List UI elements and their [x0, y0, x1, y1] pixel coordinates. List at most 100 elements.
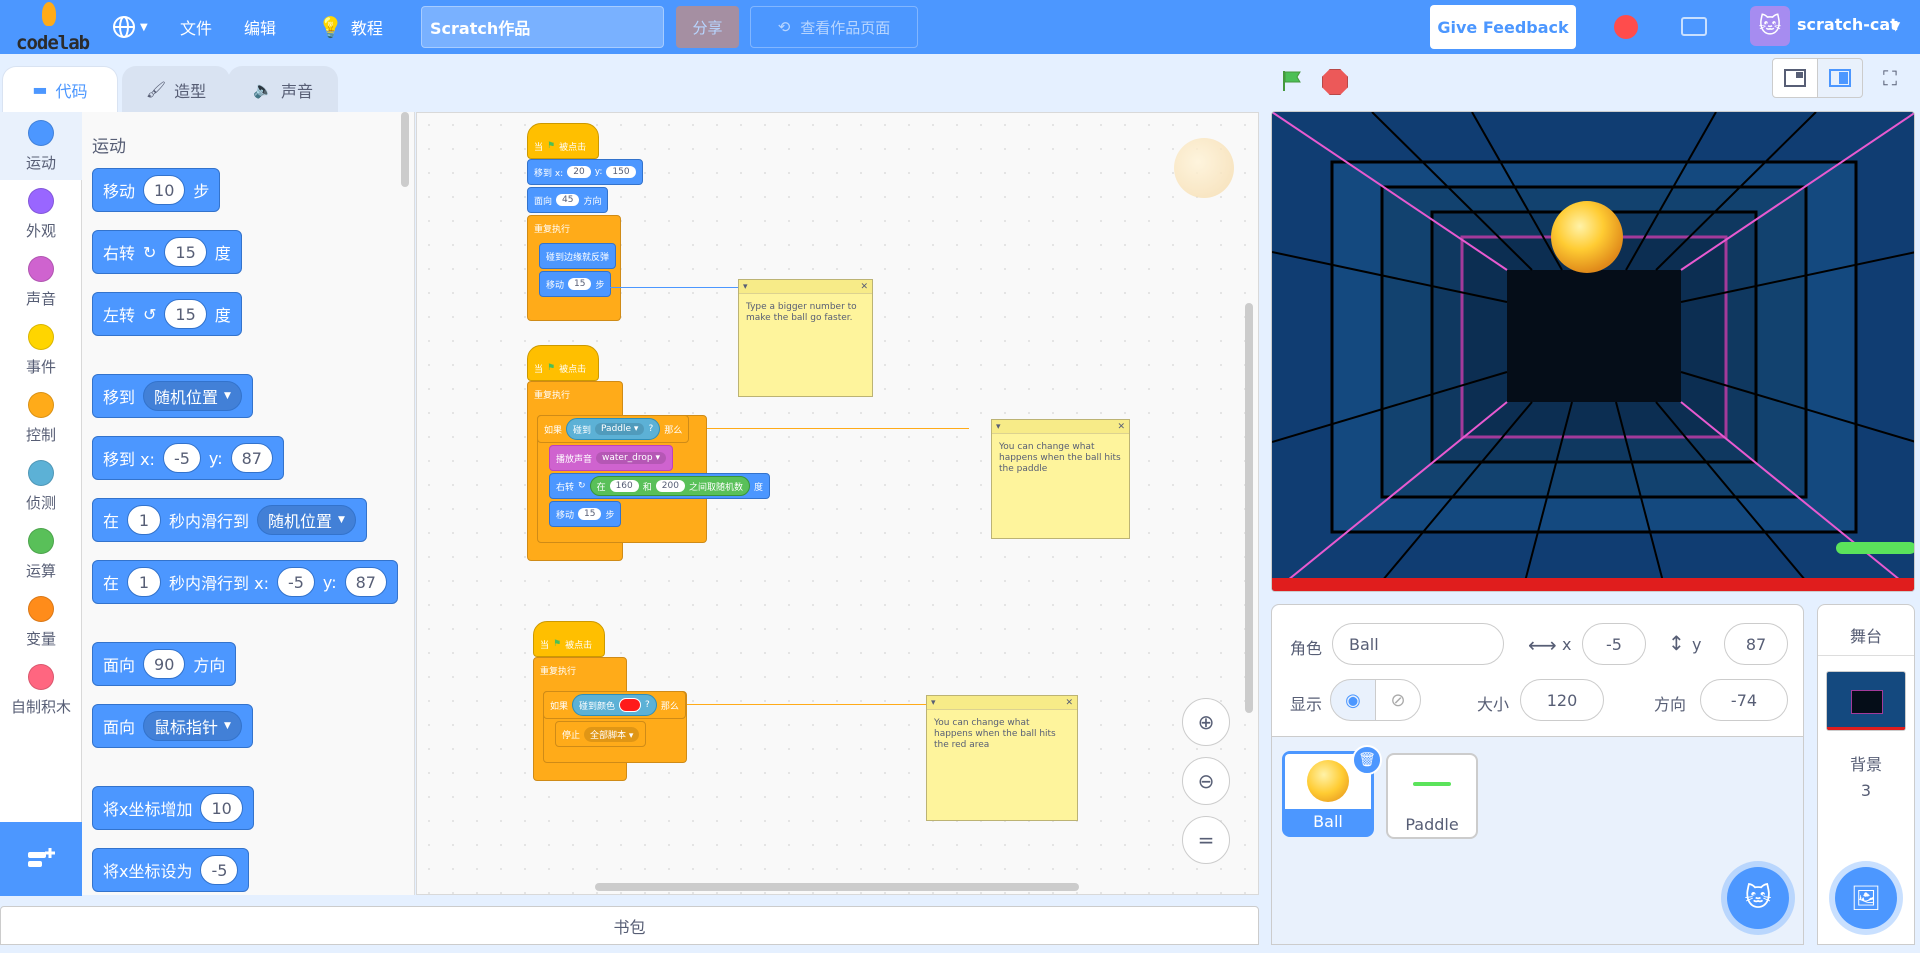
- large-stage-button[interactable]: [1817, 58, 1863, 98]
- block-turn-left[interactable]: 左转 ↺ 15 度: [92, 292, 242, 336]
- trash-icon[interactable]: 🗑: [1352, 745, 1382, 775]
- category-8[interactable]: 自制积木: [0, 656, 82, 724]
- collapse-icon[interactable]: ▾: [996, 422, 1001, 432]
- codelab-logo[interactable]: codelab: [12, 2, 90, 56]
- username[interactable]: scratch-cat: [1797, 15, 1898, 34]
- workspace-h-scrollbar[interactable]: [595, 883, 1079, 891]
- direction-input[interactable]: -74: [1700, 679, 1788, 721]
- goto-dropdown[interactable]: 随机位置 ▼: [143, 381, 242, 411]
- close-icon[interactable]: ✕: [1065, 698, 1073, 708]
- small-stage-button[interactable]: [1772, 58, 1818, 98]
- collapse-icon[interactable]: ▾: [931, 698, 936, 708]
- block-move-steps[interactable]: 移动 15 步: [539, 271, 612, 297]
- category-0[interactable]: 运动: [0, 112, 82, 180]
- close-icon[interactable]: ✕: [860, 282, 868, 292]
- category-7[interactable]: 变量: [0, 588, 82, 656]
- degrees-input[interactable]: 15: [164, 237, 207, 267]
- code-workspace[interactable]: 当 ⚑ 被点击 移到 x: 20 y: 150 面向 45 方向 重复执行 碰到边缘就反弹 移…: [416, 112, 1259, 895]
- stage-selector[interactable]: 舞台 背景 3 🖼: [1817, 604, 1915, 945]
- size-input[interactable]: 120: [1520, 679, 1604, 721]
- choose-sprite-button[interactable]: 🐱: [1727, 867, 1789, 929]
- zoom-out-button[interactable]: ⊖: [1182, 757, 1230, 805]
- steps-input[interactable]: 10: [143, 175, 186, 205]
- hide-button[interactable]: ⊘: [1375, 679, 1421, 721]
- workspace-v-scrollbar[interactable]: [1245, 303, 1253, 713]
- chevron-down-icon[interactable]: ▼: [1891, 19, 1900, 33]
- show-visible-button[interactable]: ◉: [1330, 679, 1376, 721]
- x-arrows-icon: ⟷: [1528, 633, 1557, 657]
- block-point-towards[interactable]: 面向 鼠标指针 ▼: [92, 704, 253, 748]
- block-glide[interactable]: 在 1 秒内滑行到 随机位置 ▼: [92, 498, 367, 542]
- x-input[interactable]: -5: [1582, 623, 1646, 665]
- add-extension-icon: [28, 848, 55, 867]
- block-bounce-edge[interactable]: 碰到边缘就反弹: [539, 243, 617, 269]
- green-flag-icon[interactable]: [1280, 69, 1304, 93]
- degrees-input[interactable]: 15: [164, 299, 207, 329]
- sprite-name-input[interactable]: Ball: [1332, 623, 1504, 665]
- sprite-watermark: [1174, 138, 1234, 198]
- tab-code[interactable]: ▬ 代码: [2, 66, 118, 112]
- edit-menu[interactable]: 编辑: [244, 12, 276, 42]
- when-flag-clicked-hat[interactable]: 当 ⚑ 被点击: [533, 621, 605, 657]
- category-label: 声音: [25, 289, 56, 308]
- avatar[interactable]: 🐱: [1750, 6, 1790, 46]
- comment-note[interactable]: ▾ ✕ You can change what happens when the …: [991, 419, 1130, 539]
- block-move-steps[interactable]: 移动 10 步: [92, 168, 221, 212]
- stop-icon[interactable]: [1322, 69, 1348, 95]
- comment-note[interactable]: ▾ ✕ You can change what happens when the …: [926, 695, 1078, 821]
- give-feedback-button[interactable]: Give Feedback: [1430, 5, 1576, 49]
- block-stop[interactable]: 停止 全部脚本 ▾: [555, 721, 647, 747]
- language-menu[interactable]: ▼: [112, 12, 148, 42]
- project-title-input[interactable]: Scratch作品: [421, 6, 664, 48]
- block-set-x[interactable]: 将x坐标设为 -5: [92, 848, 250, 892]
- block-play-sound[interactable]: 播放声音 water_drop ▾: [549, 445, 673, 471]
- see-project-page-button[interactable]: ⟲ 查看作品页面: [750, 6, 918, 48]
- category-6[interactable]: 运算: [0, 520, 82, 588]
- add-extension-button[interactable]: [0, 822, 82, 896]
- category-3[interactable]: 事件: [0, 316, 82, 384]
- block-glide-xy[interactable]: 在 1 秒内滑行到 x: -5 y: 87: [92, 560, 398, 604]
- zoom-reset-button[interactable]: =: [1182, 816, 1230, 864]
- block-goto[interactable]: 移到 随机位置 ▼: [92, 374, 253, 418]
- choose-backdrop-button[interactable]: 🖼: [1835, 867, 1897, 929]
- block-point-direction[interactable]: 面向 45 方向: [527, 187, 609, 213]
- red-color-swatch[interactable]: [619, 698, 642, 712]
- category-4[interactable]: 控制: [0, 384, 82, 452]
- when-flag-clicked-hat[interactable]: 当 ⚑ 被点击: [527, 123, 599, 159]
- y-input[interactable]: 87: [1724, 623, 1788, 665]
- stage-canvas[interactable]: [1271, 111, 1915, 592]
- if-condition[interactable]: 如果 碰到颜色? 那么: [543, 691, 686, 719]
- block-point-direction[interactable]: 面向 90 方向: [92, 642, 237, 686]
- palette-scrollbar[interactable]: [401, 112, 409, 187]
- close-icon[interactable]: ✕: [1117, 422, 1125, 432]
- block-move-steps[interactable]: 移动 15 步: [549, 501, 622, 527]
- block-turn-right[interactable]: 右转 ↻ 15 度: [92, 230, 242, 274]
- collapse-icon[interactable]: ▾: [743, 282, 748, 292]
- share-button[interactable]: 分享: [676, 6, 739, 48]
- tab-costumes[interactable]: 🖌 造型: [122, 66, 230, 112]
- sprite-tile-paddle[interactable]: Paddle: [1386, 753, 1478, 839]
- file-menu[interactable]: 文件: [180, 12, 212, 42]
- block-change-x[interactable]: 将x坐标增加 10: [92, 786, 254, 830]
- record-icon[interactable]: [1614, 15, 1638, 39]
- green-flag-icon: ⚑: [547, 363, 556, 373]
- brush-icon: 🖌: [145, 80, 167, 99]
- category-label: 运动: [25, 153, 56, 172]
- backpack[interactable]: 书包: [0, 906, 1259, 945]
- block-goto-xy[interactable]: 移到 x: 20 y: 150: [527, 159, 643, 185]
- when-flag-clicked-hat[interactable]: 当 ⚑ 被点击: [527, 345, 599, 381]
- fullscreen-button[interactable]: ⛶: [1867, 58, 1913, 98]
- category-5[interactable]: 侦测: [0, 452, 82, 520]
- if-condition[interactable]: 如果 碰到 Paddle ▾? 那么: [537, 415, 690, 443]
- category-2[interactable]: 声音: [0, 248, 82, 316]
- block-goto-xy[interactable]: 移到 x: -5 y: 87: [92, 436, 284, 480]
- comment-note[interactable]: ▾ ✕ Type a bigger number to make the ball…: [738, 279, 873, 397]
- zoom-in-button[interactable]: ⊕: [1182, 698, 1230, 746]
- category-1[interactable]: 外观: [0, 180, 82, 248]
- block-turn-random[interactable]: 右转 ↻ 在 160 和 200 之间取随机数度: [549, 473, 770, 499]
- lightbulb-icon: 💡: [318, 15, 343, 39]
- chevron-down-icon: ▼: [140, 21, 148, 33]
- tab-sounds[interactable]: 🔈 声音: [228, 66, 338, 112]
- tutorials-menu[interactable]: 💡 教程: [318, 12, 383, 42]
- my-stuff-folder-icon[interactable]: [1681, 17, 1707, 36]
